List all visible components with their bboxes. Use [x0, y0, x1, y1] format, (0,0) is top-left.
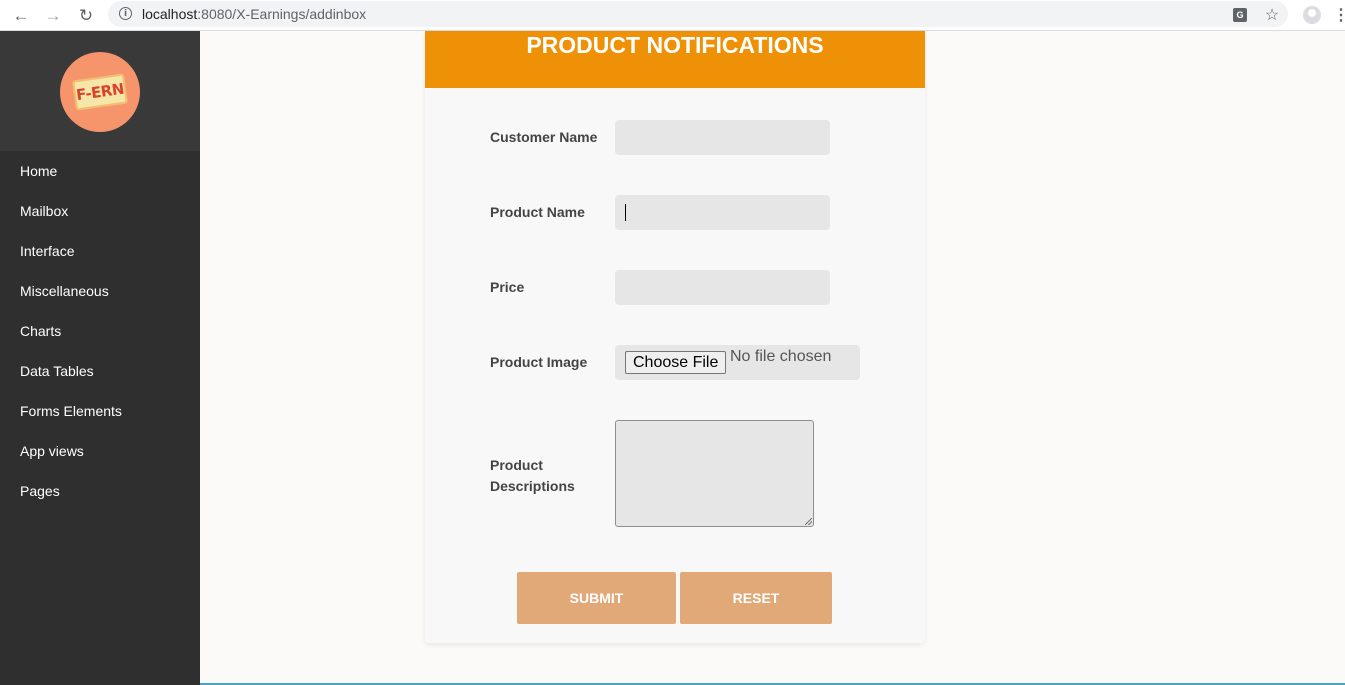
- form-title: PRODUCT NOTIFICATIONS: [425, 31, 925, 88]
- sidebar-item-home[interactable]: Home: [0, 151, 200, 191]
- product-descriptions-label-line2: Descriptions: [490, 478, 575, 494]
- star-icon[interactable]: ☆: [1262, 4, 1282, 26]
- logo[interactable]: F-ERN: [60, 52, 140, 132]
- logo-plate: F-ERN: [72, 73, 128, 111]
- url-path: :8080/X-Earnings/addinbox: [197, 6, 367, 22]
- submit-button[interactable]: SUBMIT: [517, 572, 676, 624]
- file-status-text: No file chosen: [730, 348, 832, 365]
- address-bar[interactable]: i localhost:8080/X-Earnings/addinbox: [108, 1, 1288, 27]
- sidebar-item-forms-elements[interactable]: Forms Elements: [0, 391, 200, 431]
- product-image-label: Product Image: [490, 354, 588, 370]
- price-input[interactable]: [615, 270, 830, 305]
- forward-arrow-icon[interactable]: →: [41, 3, 65, 27]
- text-caret: [625, 204, 626, 221]
- sidebar-header: F-ERN: [0, 31, 200, 151]
- product-descriptions-textarea[interactable]: [615, 420, 814, 527]
- sidebar-menu: Home Mailbox Interface Miscellaneous Cha…: [0, 151, 200, 511]
- sidebar: F-ERN Home Mailbox Interface Miscellaneo…: [0, 31, 200, 685]
- customer-name-input[interactable]: [615, 120, 830, 155]
- menu-kebab-icon[interactable]: ⋮: [1333, 4, 1345, 26]
- translate-icon[interactable]: G: [1231, 4, 1249, 26]
- sidebar-item-pages[interactable]: Pages: [0, 471, 200, 511]
- resize-grip-icon[interactable]: [805, 518, 812, 525]
- reload-icon[interactable]: ↻: [74, 3, 98, 27]
- product-notification-form: PRODUCT NOTIFICATIONS Customer Name Prod…: [425, 31, 925, 643]
- sidebar-item-charts[interactable]: Charts: [0, 311, 200, 351]
- url-text[interactable]: localhost:8080/X-Earnings/addinbox: [142, 6, 366, 22]
- url-host: localhost: [142, 6, 198, 22]
- price-label: Price: [490, 279, 525, 295]
- sidebar-item-mailbox[interactable]: Mailbox: [0, 191, 200, 231]
- reset-button[interactable]: RESET: [680, 572, 832, 624]
- sidebar-item-data-tables[interactable]: Data Tables: [0, 351, 200, 391]
- browser-toolbar: ← → ↻ i localhost:8080/X-Earnings/addinb…: [0, 0, 1345, 31]
- product-name-input[interactable]: [615, 195, 830, 230]
- choose-file-button[interactable]: Choose File: [625, 351, 727, 374]
- logo-text: F-ERN: [75, 79, 125, 105]
- back-arrow-icon[interactable]: ←: [9, 3, 33, 27]
- sidebar-item-miscellaneous[interactable]: Miscellaneous: [0, 271, 200, 311]
- product-image-file-input[interactable]: Choose File No file chosen: [615, 345, 860, 380]
- customer-name-label: Customer Name: [490, 129, 598, 145]
- sidebar-item-app-views[interactable]: App views: [0, 431, 200, 471]
- product-descriptions-label-line1: Product: [490, 457, 543, 473]
- info-icon[interactable]: i: [119, 7, 132, 20]
- product-name-label: Product Name: [490, 204, 585, 220]
- profile-icon[interactable]: [1302, 4, 1322, 26]
- sidebar-item-interface[interactable]: Interface: [0, 231, 200, 271]
